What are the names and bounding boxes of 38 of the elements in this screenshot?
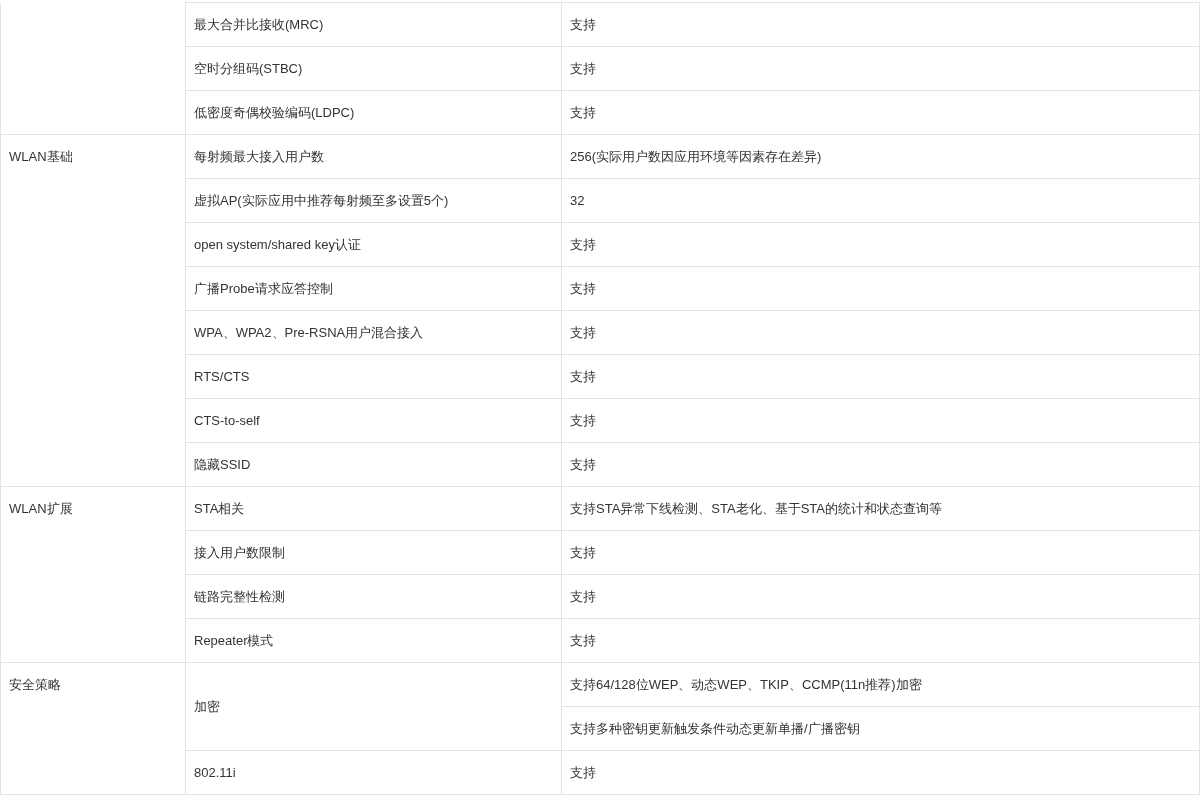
feature-value: 支持 (561, 222, 1200, 267)
feature-value: 支持 (561, 46, 1200, 91)
feature-name: 空时分组码(STBC) (185, 46, 562, 91)
feature-name: 隐藏SSID (185, 442, 562, 487)
feature-name: 低密度奇偶校验编码(LDPC) (185, 90, 562, 135)
feature-name: 接入用户数限制 (185, 530, 562, 575)
feature-value: 支持 (561, 2, 1200, 47)
group-label: 安全策略 (0, 662, 186, 795)
feature-value: 支持64/128位WEP、动态WEP、TKIP、CCMP(11n推荐)加密 (561, 662, 1200, 707)
feature-name: 最大合并比接收(MRC) (185, 2, 562, 47)
feature-value: 支持STA异常下线检测、STA老化、基于STA的统计和状态查询等 (561, 486, 1200, 531)
feature-name: 广播Probe请求应答控制 (185, 266, 562, 311)
group-label: WLAN扩展 (0, 486, 186, 663)
feature-value: 支持 (561, 310, 1200, 355)
feature-value: 支持 (561, 618, 1200, 663)
feature-name: STA相关 (185, 486, 562, 531)
feature-value: 支持多种密钥更新触发条件动态更新单播/广播密钥 (561, 706, 1200, 751)
feature-value: 支持 (561, 354, 1200, 399)
feature-value: 支持 (561, 530, 1200, 575)
feature-name: Repeater模式 (185, 618, 562, 663)
feature-value: 256(实际用户数因应用环境等因素存在差异) (561, 134, 1200, 179)
feature-value: 支持 (561, 442, 1200, 487)
feature-value: 支持 (561, 266, 1200, 311)
feature-value: 支持 (561, 750, 1200, 795)
feature-value: 支持 (561, 398, 1200, 443)
feature-value: 32 (561, 178, 1200, 223)
feature-name: 802.11i (185, 750, 562, 795)
feature-name: open system/shared key认证 (185, 222, 562, 267)
feature-name: 每射频最大接入用户数 (185, 134, 562, 179)
feature-name: 虚拟AP(实际应用中推荐每射频至多设置5个) (185, 178, 562, 223)
feature-name: WPA、WPA2、Pre-RSNA用户混合接入 (185, 310, 562, 355)
feature-value: 支持 (561, 90, 1200, 135)
feature-name: CTS-to-self (185, 398, 562, 443)
feature-name: RTS/CTS (185, 354, 562, 399)
feature-name: 链路完整性检测 (185, 574, 562, 619)
group-label: WLAN基础 (0, 134, 186, 487)
feature-value: 支持 (561, 574, 1200, 619)
feature-name: 加密 (185, 662, 562, 751)
